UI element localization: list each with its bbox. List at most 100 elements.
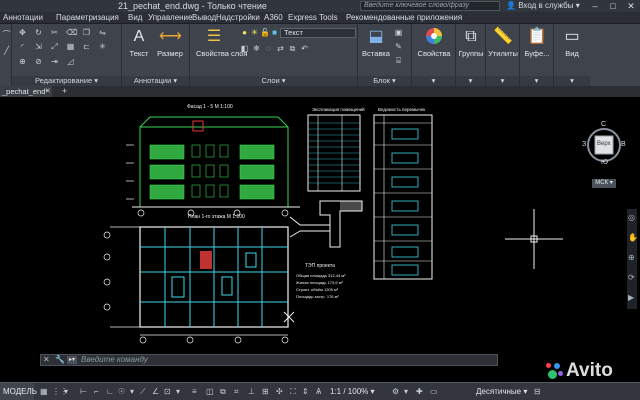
close-button[interactable]: ✕: [622, 0, 640, 12]
tab-view[interactable]: Вид: [128, 13, 142, 22]
quick-properties-icon[interactable]: ⊟: [534, 386, 541, 397]
attribute-icon[interactable]: ⌸: [394, 56, 403, 65]
pan-icon[interactable]: ✋: [628, 233, 638, 242]
orbit-icon[interactable]: ⟳: [628, 273, 635, 282]
clipboard-dropdown[interactable]: ▾: [520, 76, 553, 86]
sun-icon[interactable]: ☀: [250, 28, 259, 37]
object-snap-tracking-icon[interactable]: ∠: [152, 386, 159, 397]
drawing-canvas[interactable]: Фасад 1 - 5 М 1:100 План 1-го этажа М 1:…: [0, 97, 640, 377]
transparency-icon[interactable]: ◫: [206, 386, 214, 397]
utilities-button[interactable]: 📏 Утилиты: [487, 27, 519, 58]
break-icon[interactable]: ⊘: [34, 57, 43, 66]
minimize-button[interactable]: –: [586, 0, 604, 12]
recent-commands-button[interactable]: ▸▾: [67, 356, 77, 364]
zoom-icon[interactable]: ⊕: [628, 253, 635, 262]
layer-freeze-icon[interactable]: ❄: [252, 44, 261, 53]
object-snap-icon[interactable]: ⊡: [164, 386, 171, 397]
chamfer-icon[interactable]: ◿: [66, 57, 75, 66]
polar-tracking-icon[interactable]: ☉: [118, 386, 125, 397]
groups-button[interactable]: ⧉ Группы: [457, 27, 485, 58]
explode-icon[interactable]: ✳: [98, 42, 107, 51]
arc-icon[interactable]: ⌒: [2, 30, 11, 39]
scale-icon[interactable]: ⤢: [50, 42, 59, 51]
erase-icon[interactable]: ⌫: [66, 28, 77, 37]
bulb-icon[interactable]: ●: [240, 28, 249, 37]
tab-manage[interactable]: Управление: [148, 13, 192, 22]
ortho-icon[interactable]: ∟: [106, 386, 114, 397]
selection-cycling-icon[interactable]: ⧉: [220, 386, 226, 397]
viewcube-east[interactable]: В: [621, 141, 626, 148]
dynamic-ucs-icon[interactable]: ⊥: [248, 386, 255, 397]
command-input[interactable]: Введите команду: [81, 355, 148, 365]
new-tab-button[interactable]: +: [60, 86, 69, 97]
viewcube[interactable]: С Ю З В Верх: [582, 121, 626, 166]
showmotion-icon[interactable]: ▶: [628, 293, 634, 302]
stretch-icon[interactable]: ⇲: [34, 42, 43, 51]
block-panel-label[interactable]: Блок ▾: [358, 76, 411, 86]
close-tab-icon[interactable]: ✕: [45, 86, 51, 97]
insert-button[interactable]: ⬓ Вставка: [362, 27, 390, 58]
layer-walk-icon[interactable]: ⧉: [288, 44, 297, 53]
viewcube-face-top[interactable]: Верх: [597, 141, 611, 147]
tab-output[interactable]: Вывод: [192, 13, 216, 22]
move-icon[interactable]: ✥: [18, 28, 27, 37]
workspace-gear-icon[interactable]: ⚙: [392, 386, 399, 397]
view-dropdown[interactable]: ▾: [554, 76, 590, 86]
layer-match-icon[interactable]: ⇄: [276, 44, 285, 53]
object-snap-dropdown-icon[interactable]: ▾: [176, 386, 180, 397]
grid-icon[interactable]: ▦: [40, 386, 48, 397]
offset-icon[interactable]: ⊏: [82, 42, 91, 51]
viewcube-west[interactable]: З: [582, 141, 586, 148]
full-navigation-wheel-icon[interactable]: ◎: [628, 213, 635, 222]
viewcube-north[interactable]: С: [601, 121, 606, 128]
gizmo-icon[interactable]: ✣: [276, 386, 283, 397]
create-block-icon[interactable]: ▣: [394, 28, 403, 37]
wcs-dropdown[interactable]: МСК ▾: [592, 179, 616, 188]
lineweight-icon[interactable]: ≡: [192, 386, 197, 397]
units-dropdown[interactable]: Десятичные ▾: [476, 386, 527, 397]
copy-icon[interactable]: ❐: [82, 28, 91, 37]
layer-iso-icon[interactable]: ◧: [240, 44, 249, 53]
autoscale-icon[interactable]: ⇕: [302, 386, 309, 397]
join-icon[interactable]: ⊕: [18, 57, 27, 66]
text-button[interactable]: A Текст: [126, 27, 152, 58]
modify-panel-label[interactable]: Редактирование ▾: [12, 76, 121, 86]
maximize-button[interactable]: □: [604, 0, 622, 12]
layer-previous-icon[interactable]: ↶: [300, 44, 309, 53]
isometric-drafting-icon[interactable]: ⟋: [140, 386, 146, 397]
polar-dropdown-icon[interactable]: ▾: [130, 386, 134, 397]
rotate-icon[interactable]: ↻: [34, 28, 43, 37]
layer-properties-button[interactable]: ☰ Свойства слоя: [196, 27, 247, 58]
mirror-icon[interactable]: ⇋: [98, 28, 107, 37]
workspace-dropdown-icon[interactable]: ▾: [404, 386, 408, 397]
trim-icon[interactable]: ✂: [50, 28, 59, 37]
view-button[interactable]: ▭ Вид: [556, 27, 588, 58]
properties-button[interactable]: Свойства: [416, 27, 452, 58]
layer-off-icon[interactable]: ◌: [264, 44, 273, 53]
model-tab[interactable]: МОДЕЛЬ: [0, 383, 37, 400]
tab-a360[interactable]: A360: [264, 13, 283, 22]
login-button[interactable]: 👤 Вход в службы ▾: [506, 1, 580, 10]
edit-block-icon[interactable]: ✎: [394, 42, 403, 51]
layers-panel-label[interactable]: Слои ▾: [190, 76, 357, 86]
layer-dropdown[interactable]: Текст: [280, 28, 356, 38]
array-icon[interactable]: ▦: [66, 42, 75, 51]
customize-icon[interactable]: 🔧: [55, 355, 65, 365]
extend-icon[interactable]: ⇥: [50, 57, 59, 66]
annotations-panel-label[interactable]: Аннотации ▾: [122, 76, 189, 86]
clipboard-button[interactable]: 📋 Буфе...: [521, 27, 553, 58]
utilities-dropdown[interactable]: ▾: [486, 76, 519, 86]
color-swatch-icon[interactable]: ■: [270, 28, 279, 37]
snap-dropdown-icon[interactable]: ▾: [64, 386, 68, 397]
search-input[interactable]: Введите ключевое слово/фразу: [360, 1, 500, 11]
annotation-monitor-icon[interactable]: ✚: [416, 386, 423, 397]
infer-constraints-icon[interactable]: ⊢: [80, 386, 87, 397]
dynamic-input-icon[interactable]: ⌐: [94, 386, 99, 397]
annotation-scale-value[interactable]: 1:1 / 100% ▾: [330, 386, 375, 397]
close-command-line-icon[interactable]: ✕: [43, 355, 50, 365]
groups-dropdown[interactable]: ▾: [456, 76, 485, 86]
units-icon[interactable]: ▭: [430, 386, 438, 397]
annotation-scale-icon[interactable]: Ѧ: [316, 386, 321, 397]
annotation-visibility-icon[interactable]: ⛶: [290, 386, 296, 397]
properties-dropdown[interactable]: ▾: [412, 76, 455, 86]
